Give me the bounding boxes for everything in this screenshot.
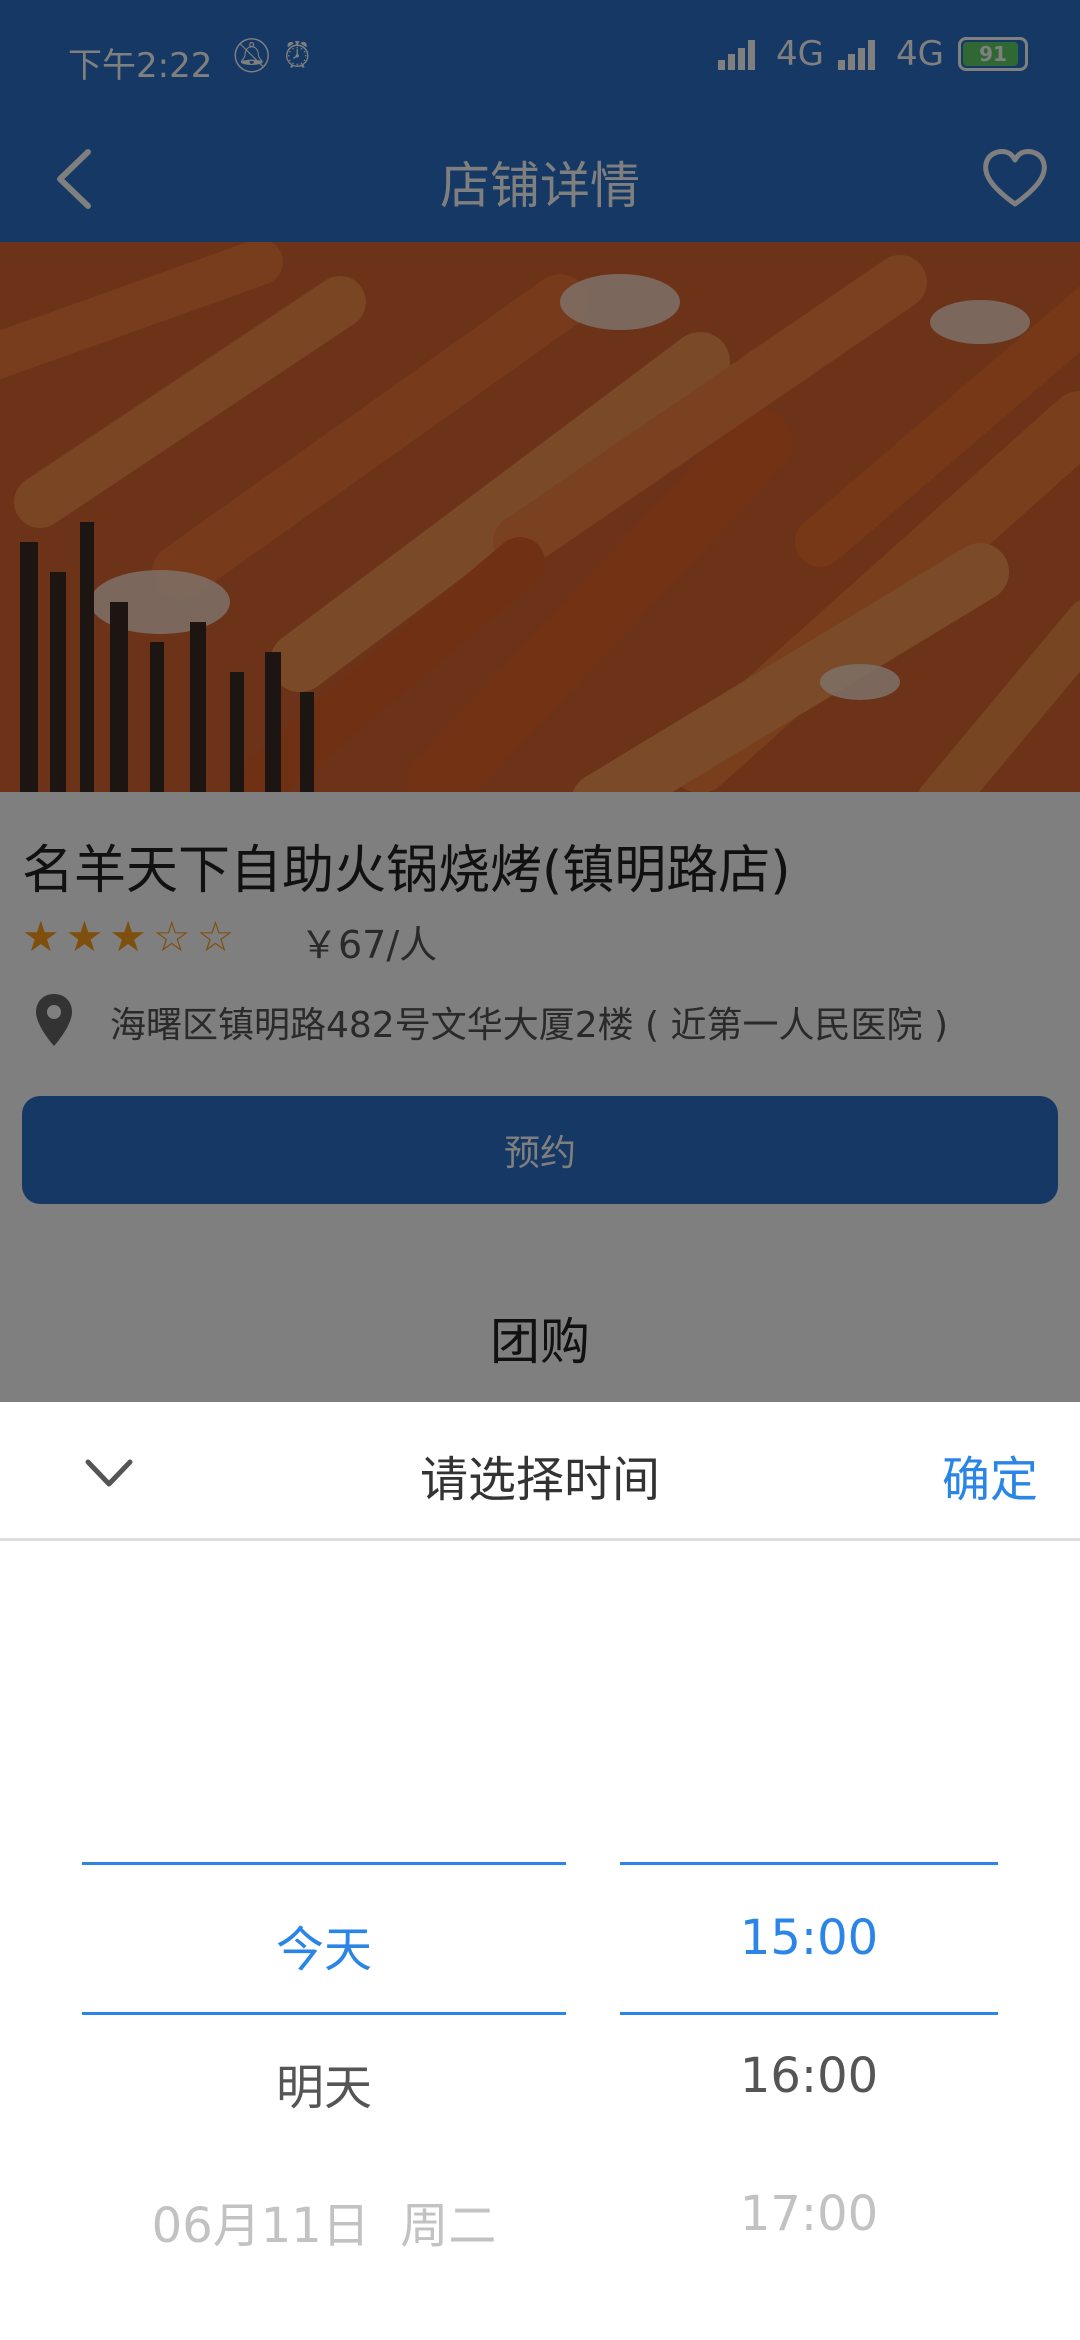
confirm-button[interactable]: 确定 [942,1440,1038,1510]
modal-overlay[interactable] [0,0,1080,1402]
date-selection-top-line [82,1862,566,1865]
time-selection-top-line [620,1862,998,1865]
date-option[interactable]: 明天 [82,2048,566,2118]
date-option-selected[interactable]: 今天 [82,1910,566,1980]
time-option[interactable]: 16:00 [620,2048,998,2104]
app-screen: 下午2:22 🔕︎ ⏰︎ 4G 4G 91 店铺详情 [0,0,1080,2340]
time-picker-sheet: 请选择时间 确定 今天 明天 06月11日 周二 15:00 16:00 17:… [0,1402,1080,2340]
date-option[interactable]: 06月11日 周二 [82,2186,566,2256]
time-selection-bottom-line [620,2012,998,2015]
time-option[interactable]: 17:00 [620,2186,998,2242]
time-option-selected[interactable]: 15:00 [620,1910,998,1966]
sheet-header: 请选择时间 确定 [0,1402,1080,1541]
date-selection-bottom-line [82,2012,566,2015]
sheet-title: 请选择时间 [419,1452,660,1508]
